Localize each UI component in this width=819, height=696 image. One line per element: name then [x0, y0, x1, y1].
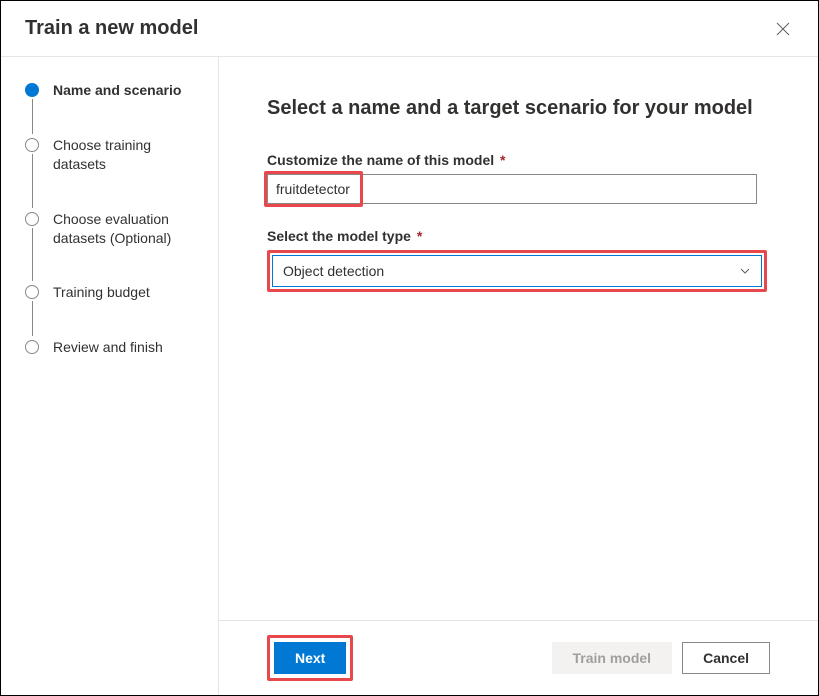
step-list: Name and scenario Choose training datase…: [25, 81, 204, 357]
main-panel: Select a name and a target scenario for …: [219, 57, 818, 695]
step-indicator-icon: [25, 285, 39, 299]
model-name-input[interactable]: [267, 174, 757, 204]
step-indicator-icon: [25, 138, 39, 152]
step-label: Training budget: [53, 283, 150, 302]
next-button[interactable]: Next: [274, 642, 346, 674]
highlight-box: Next: [267, 635, 353, 681]
step-training-budget[interactable]: Training budget: [25, 283, 204, 338]
close-icon: [776, 22, 790, 36]
model-type-label: Select the model type *: [267, 228, 770, 244]
model-type-field-group: Select the model type * Object detection: [267, 228, 770, 292]
step-review-finish[interactable]: Review and finish: [25, 338, 204, 357]
label-text: Select the model type: [267, 228, 411, 244]
required-indicator: *: [413, 228, 422, 244]
label-text: Customize the name of this model: [267, 152, 494, 168]
step-evaluation-datasets[interactable]: Choose evaluation datasets (Optional): [25, 210, 204, 284]
train-model-button: Train model: [552, 642, 673, 674]
model-name-input-wrap: [267, 174, 757, 204]
required-indicator: *: [496, 152, 505, 168]
wizard-sidebar: Name and scenario Choose training datase…: [1, 57, 219, 695]
page-title: Select a name and a target scenario for …: [267, 97, 770, 120]
step-connector: [32, 228, 33, 282]
model-name-field-group: Customize the name of this model *: [267, 152, 770, 204]
step-name-scenario[interactable]: Name and scenario: [25, 81, 204, 136]
step-indicator-icon: [25, 83, 39, 97]
step-label: Review and finish: [53, 338, 163, 357]
step-connector: [32, 99, 33, 134]
model-type-select[interactable]: Object detection: [272, 255, 762, 287]
model-name-label: Customize the name of this model *: [267, 152, 770, 168]
cancel-button[interactable]: Cancel: [682, 642, 770, 674]
step-connector: [32, 154, 33, 208]
step-indicator-icon: [25, 340, 39, 354]
chevron-down-icon: [739, 265, 751, 277]
dialog-body: Name and scenario Choose training datase…: [1, 57, 818, 695]
main-content: Select a name and a target scenario for …: [219, 57, 818, 620]
dialog-title: Train a new model: [25, 17, 198, 40]
dialog-footer: Next Train model Cancel: [219, 620, 818, 695]
footer-right: Train model Cancel: [552, 642, 771, 674]
close-button[interactable]: [772, 18, 794, 40]
step-indicator-icon: [25, 212, 39, 226]
select-value: Object detection: [283, 263, 384, 279]
step-label: Name and scenario: [53, 81, 181, 100]
step-label: Choose training datasets: [53, 136, 204, 174]
highlight-box: Object detection: [267, 250, 767, 292]
step-label: Choose evaluation datasets (Optional): [53, 210, 204, 248]
footer-left: Next: [267, 635, 353, 681]
dialog-header: Train a new model: [1, 1, 818, 57]
step-connector: [32, 301, 33, 336]
step-training-datasets[interactable]: Choose training datasets: [25, 136, 204, 210]
